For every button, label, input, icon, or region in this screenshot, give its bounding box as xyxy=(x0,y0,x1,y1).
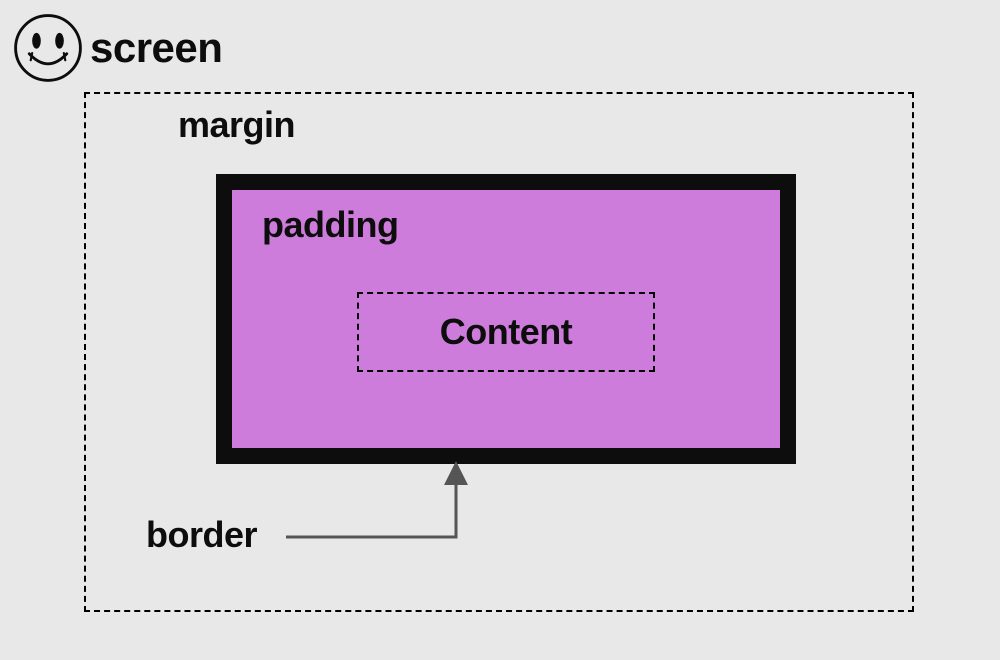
padding-label: padding xyxy=(262,204,398,246)
smiley-icon xyxy=(12,12,84,84)
header: screen xyxy=(12,12,222,84)
screen-label: screen xyxy=(90,24,222,72)
margin-box: margin padding Content border xyxy=(84,92,914,612)
margin-label: margin xyxy=(178,104,295,146)
border-arrow xyxy=(286,459,526,549)
content-box: Content xyxy=(357,292,655,372)
content-label: Content xyxy=(440,311,572,353)
border-label: border xyxy=(146,514,257,556)
bordered-box: padding Content xyxy=(216,174,796,464)
